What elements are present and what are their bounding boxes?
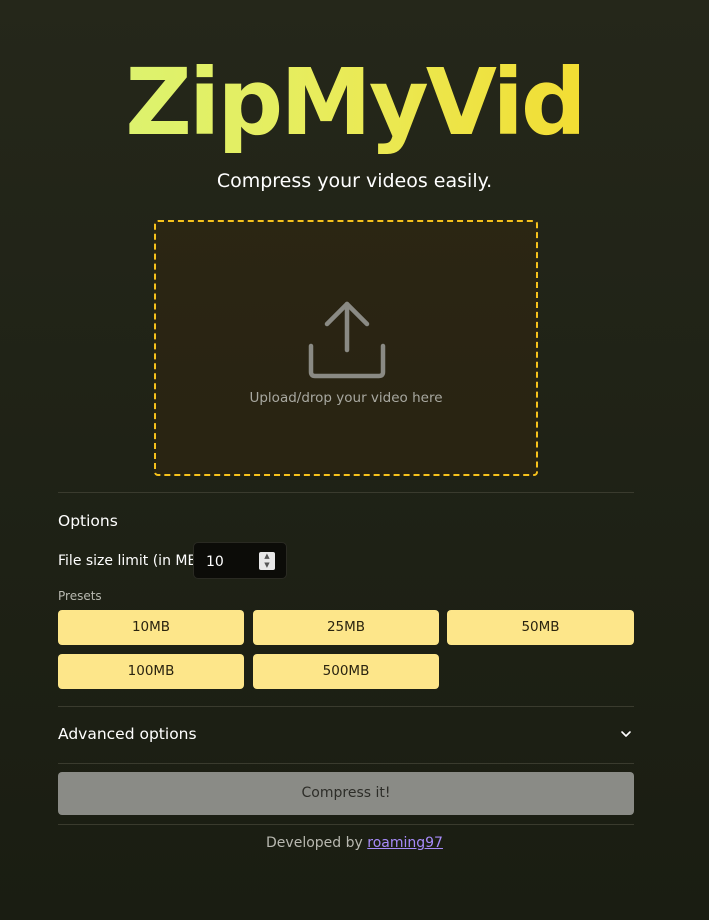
file-size-field: ▲ ▼ [193,542,287,580]
file-size-label: File size limit (in MB) [58,553,203,569]
compress-button[interactable]: Compress it! [58,772,634,815]
number-stepper[interactable]: ▲ ▼ [259,552,275,570]
preset-500mb-button[interactable]: 500MB [253,654,439,689]
chevron-down-icon [621,731,631,737]
divider [58,492,634,493]
divider [58,824,634,825]
dropzone-text: Upload/drop your video here [249,390,443,406]
preset-100mb-button[interactable]: 100MB [58,654,244,689]
footer-prefix: Developed by [266,835,363,851]
author-link[interactable]: roaming97 [367,835,443,851]
app-logo: ZipMyVid [0,48,709,158]
divider [58,763,634,764]
advanced-options-label: Advanced options [58,725,197,743]
upload-dropzone[interactable]: Upload/drop your video here [154,220,538,476]
footer: Developed by roaming97 [0,835,709,851]
options-heading: Options [58,512,118,530]
stepper-up-icon[interactable]: ▲ [259,552,275,561]
upload-icon [308,301,386,379]
preset-10mb-button[interactable]: 10MB [58,610,244,645]
preset-50mb-button[interactable]: 50MB [447,610,634,645]
divider [58,706,634,707]
tagline: Compress your videos easily. [216,170,493,192]
stepper-down-icon[interactable]: ▼ [259,561,275,570]
advanced-options-toggle[interactable]: Advanced options [58,725,634,747]
preset-25mb-button[interactable]: 25MB [253,610,439,645]
presets-label: Presets [58,589,102,603]
file-size-input[interactable] [194,543,268,580]
